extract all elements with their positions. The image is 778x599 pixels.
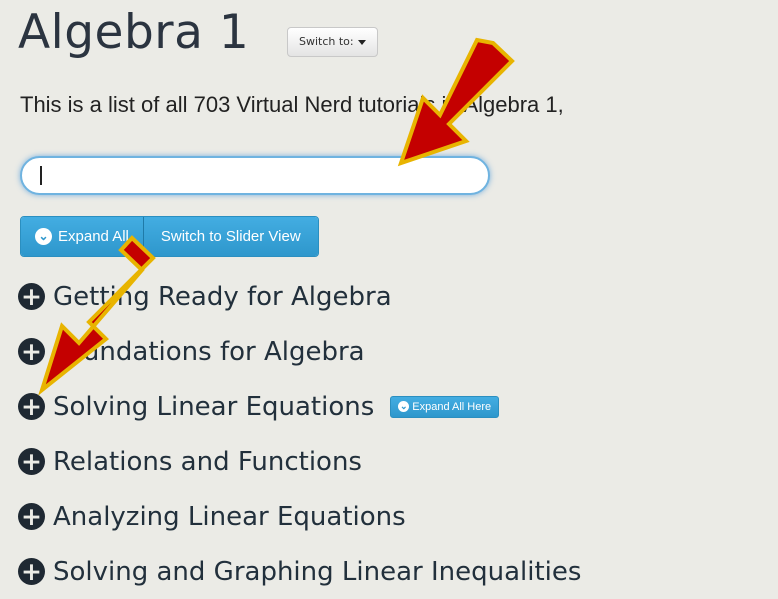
switch-to-label: Switch to: bbox=[299, 35, 354, 48]
expand-all-label: Expand All bbox=[58, 228, 129, 245]
unit-item[interactable]: + Analyzing Linear Equations bbox=[18, 489, 581, 544]
plus-circle-icon[interactable]: + bbox=[18, 283, 45, 310]
chevron-down-circle-icon: ⌄ bbox=[35, 228, 52, 245]
unit-title[interactable]: Solving and Graphing Linear Inequalities bbox=[53, 557, 581, 587]
unit-title[interactable]: Relations and Functions bbox=[53, 447, 362, 477]
unit-item[interactable]: + Solving and Graphing Linear Inequaliti… bbox=[18, 544, 581, 599]
unit-list: + Getting Ready for Algebra + Foundation… bbox=[18, 269, 581, 599]
switch-to-slider-view-button[interactable]: Switch to Slider View bbox=[142, 217, 318, 256]
search-input[interactable] bbox=[20, 156, 490, 195]
plus-circle-icon[interactable]: + bbox=[18, 448, 45, 475]
expand-all-button[interactable]: ⌄ Expand All bbox=[21, 217, 143, 256]
plus-circle-icon[interactable]: + bbox=[18, 558, 45, 585]
switch-to-dropdown[interactable]: Switch to: bbox=[287, 27, 378, 57]
text-cursor bbox=[40, 166, 42, 185]
page-title: Algebra 1 bbox=[18, 5, 250, 60]
unit-title[interactable]: Getting Ready for Algebra bbox=[53, 282, 392, 312]
plus-circle-icon[interactable]: + bbox=[18, 338, 45, 365]
slider-view-label: Switch to Slider View bbox=[160, 228, 301, 245]
caret-down-icon bbox=[357, 39, 366, 45]
unit-title[interactable]: Solving Linear Equations bbox=[53, 392, 374, 422]
unit-item[interactable]: + Solving Linear Equations ⌄ Expand All … bbox=[18, 379, 581, 434]
expand-all-here-label: Expand All Here bbox=[412, 400, 492, 413]
plus-circle-icon[interactable]: + bbox=[18, 503, 45, 530]
view-button-group: ⌄ Expand All Switch to Slider View bbox=[20, 216, 319, 257]
expand-all-here-button[interactable]: ⌄ Expand All Here bbox=[390, 395, 500, 418]
plus-circle-icon[interactable]: + bbox=[18, 393, 45, 420]
unit-item[interactable]: + Getting Ready for Algebra bbox=[18, 269, 581, 324]
intro-text: This is a list of all 703 Virtual Nerd t… bbox=[20, 92, 564, 117]
unit-item[interactable]: + Foundations for Algebra bbox=[18, 324, 581, 379]
unit-item[interactable]: + Relations and Functions bbox=[18, 434, 581, 489]
unit-title[interactable]: Foundations for Algebra bbox=[53, 337, 365, 367]
unit-title[interactable]: Analyzing Linear Equations bbox=[53, 502, 406, 532]
chevron-down-circle-icon: ⌄ bbox=[398, 401, 410, 412]
